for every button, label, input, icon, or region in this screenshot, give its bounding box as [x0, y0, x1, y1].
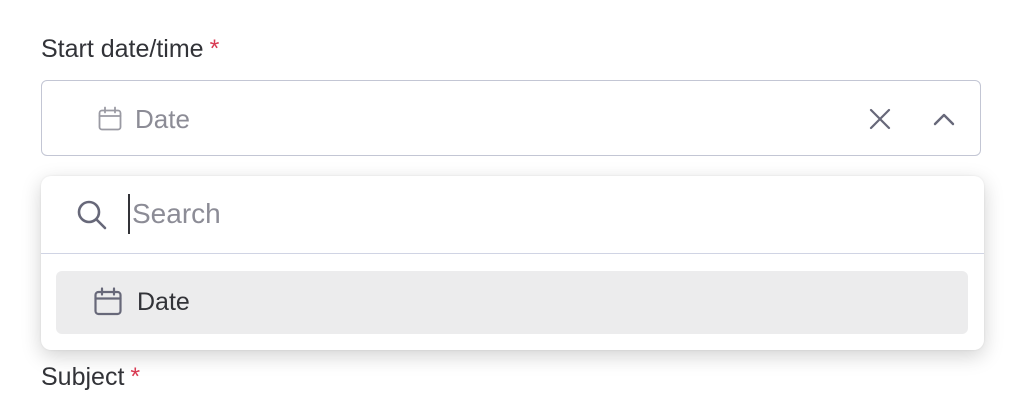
required-asterisk: *: [209, 35, 220, 63]
dropdown-option-label: Date: [137, 288, 190, 316]
clear-selection-button[interactable]: [864, 103, 896, 135]
calendar-icon: [94, 287, 122, 316]
dropdown-option-date[interactable]: Date: [56, 271, 968, 334]
search-icon: [77, 200, 107, 230]
dropdown-menu: Date: [41, 176, 984, 350]
dropdown-search-row: [41, 176, 984, 254]
start-date-label: Start date/time *: [41, 34, 219, 64]
selected-value: Date: [135, 104, 190, 134]
chevron-up-icon: [933, 113, 955, 126]
dropdown-search-input[interactable]: [128, 194, 928, 234]
required-asterisk: *: [130, 363, 141, 391]
subject-label-text: Subject: [41, 363, 125, 391]
close-icon: [869, 108, 891, 130]
subject-label: Subject *: [41, 362, 140, 392]
start-date-select[interactable]: Date: [41, 80, 981, 156]
calendar-icon: [98, 106, 122, 131]
collapse-dropdown-button[interactable]: [928, 103, 960, 135]
page: Start date/time * Date Search Date Subje…: [0, 0, 1026, 402]
start-date-label-text: Start date/time: [41, 35, 204, 63]
